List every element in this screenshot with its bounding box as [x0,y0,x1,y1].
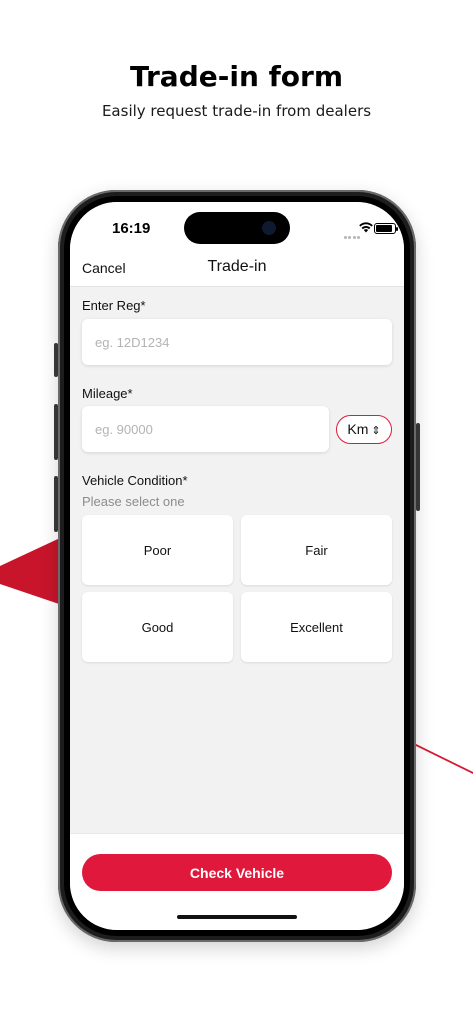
status-time: 16:19 [112,220,151,237]
mileage-unit-select[interactable]: Km ⇕ [336,415,392,444]
wifi-icon [359,222,373,233]
condition-option-excellent[interactable]: Excellent [241,592,392,662]
home-indicator [177,915,297,919]
reg-input[interactable] [82,319,392,365]
condition-option-good[interactable]: Good [82,592,233,662]
condition-option-poor[interactable]: Poor [82,515,233,585]
nav-title: Trade-in [207,258,267,275]
check-vehicle-button[interactable]: Check Vehicle [82,854,392,891]
status-bar: 16:19 [70,202,404,254]
camera-icon [262,221,276,235]
dynamic-island [184,212,290,244]
condition-option-fair[interactable]: Fair [241,515,392,585]
power-button [416,423,420,511]
nav-bar: Cancel Trade-in [70,254,404,287]
mileage-label: Mileage* [82,386,133,401]
reg-label: Enter Reg* [82,298,146,313]
page-subtitle: Easily request trade-in from dealers [101,102,372,120]
page-title: Trade-in form [129,60,344,93]
battery-icon [374,223,398,234]
phone-screen: 16:19 Cancel Trade-in Enter Reg* Mileage… [70,202,404,930]
chevron-up-down-icon: ⇕ [371,425,381,437]
mileage-input[interactable] [82,406,329,452]
condition-hint: Please select one [82,494,185,509]
footer: Check Vehicle [70,833,404,930]
condition-label: Vehicle Condition* [82,473,188,488]
mileage-unit-label: Km [347,421,369,437]
